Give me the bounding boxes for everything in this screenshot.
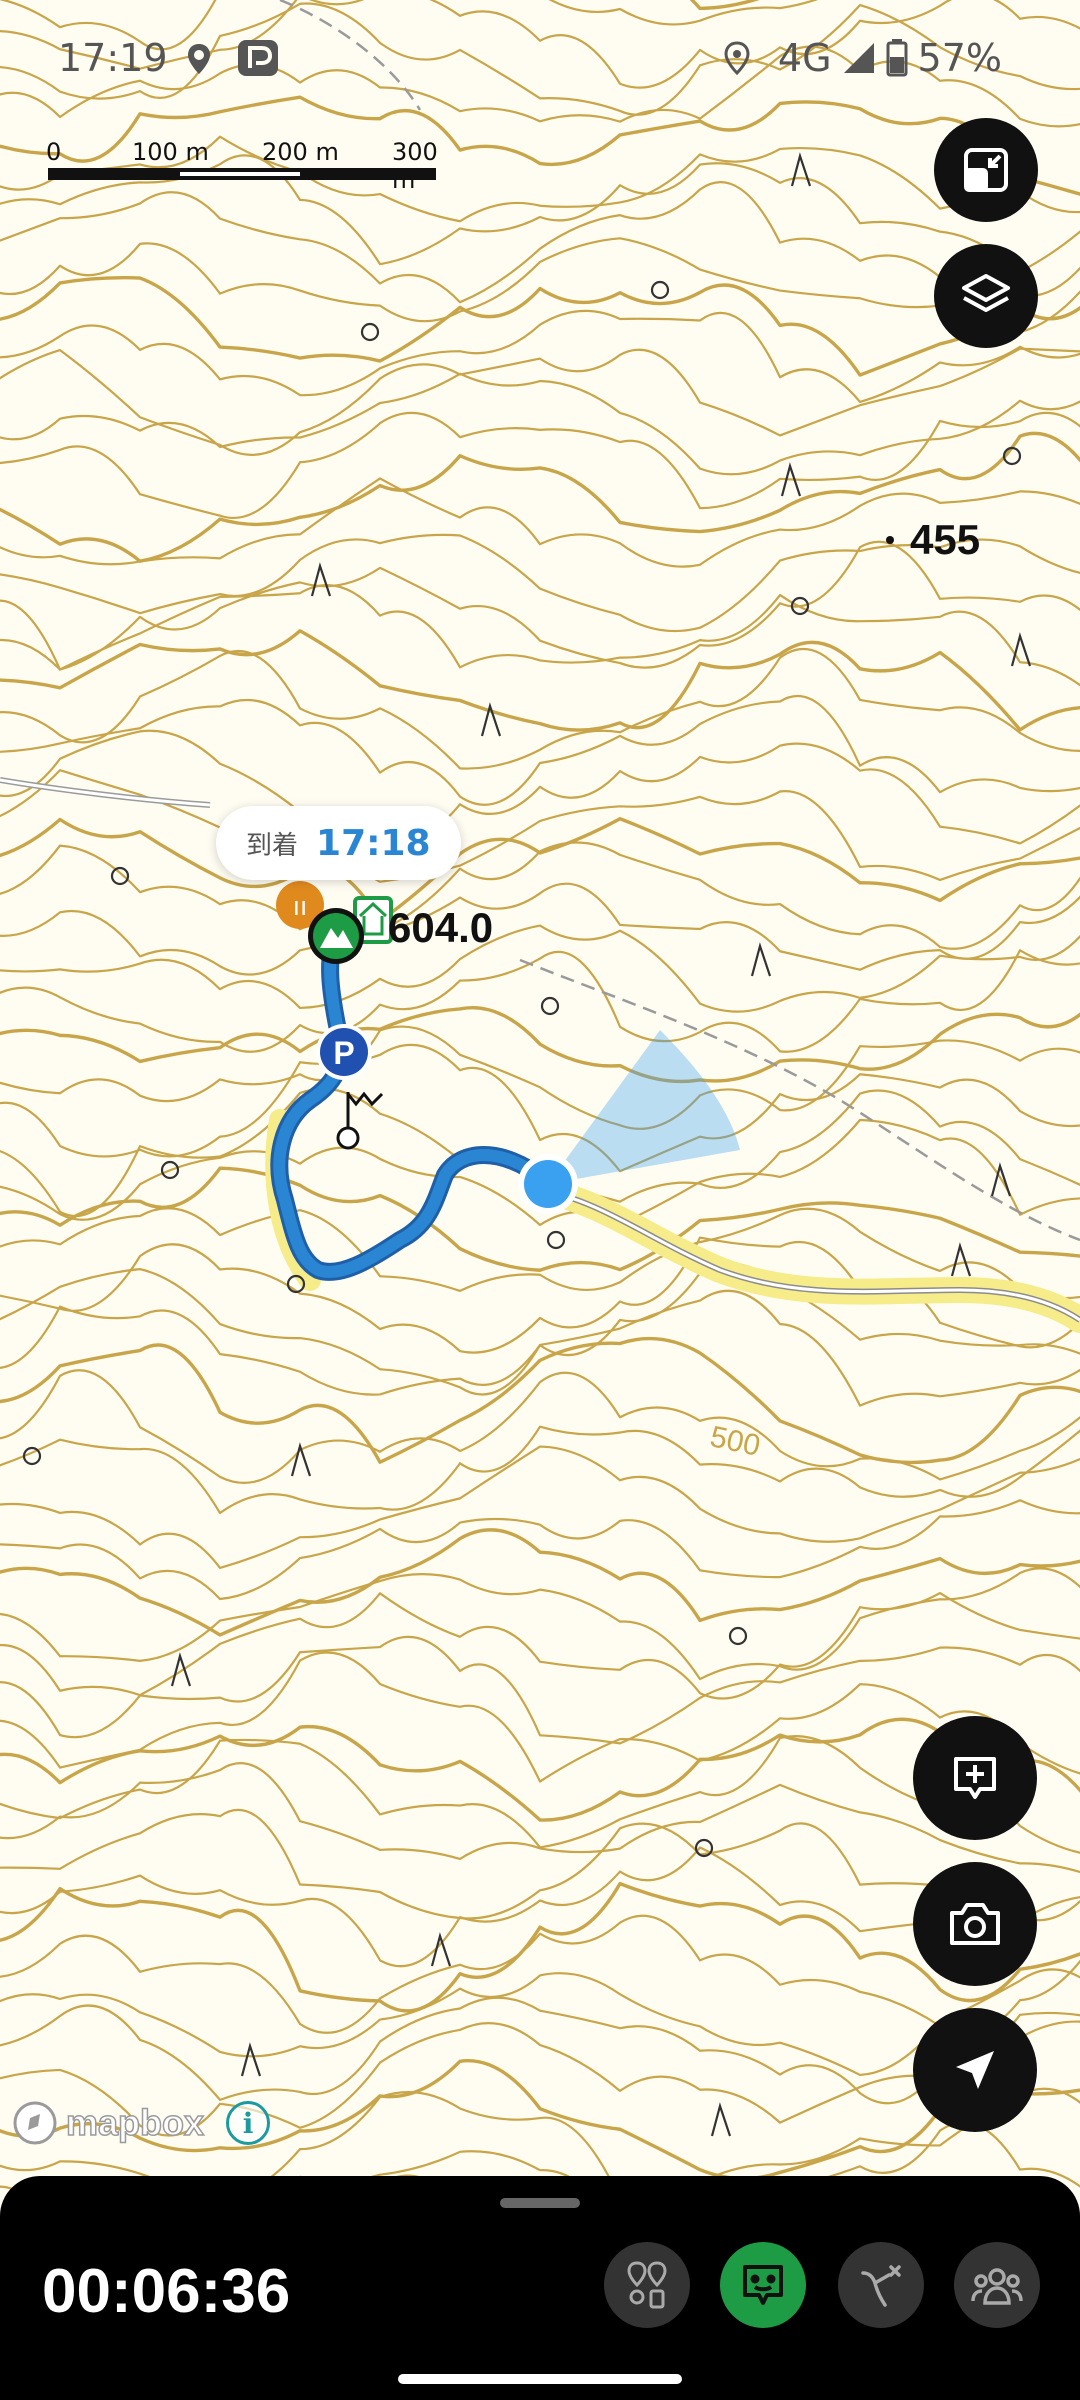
app-notification-icon bbox=[238, 40, 278, 76]
scale-label-300: 300 m bbox=[392, 138, 438, 194]
status-time: 17:19 bbox=[58, 36, 168, 80]
group-button[interactable] bbox=[954, 2242, 1040, 2328]
navigation-button[interactable] bbox=[913, 2008, 1037, 2132]
mapbox-wordmark: mapbox bbox=[65, 2101, 205, 2144]
location-pin-icon bbox=[188, 44, 210, 74]
status-right: 4G 57% bbox=[724, 36, 1002, 80]
scale-label-0: 0 bbox=[46, 138, 62, 166]
info-icon[interactable]: i bbox=[226, 2101, 271, 2145]
battery-percent: 57% bbox=[917, 36, 1002, 80]
scale-line-segment bbox=[180, 172, 300, 176]
fit-screen-icon bbox=[964, 148, 1008, 192]
community-chat-button[interactable] bbox=[720, 2242, 806, 2328]
add-memo-icon bbox=[954, 1757, 996, 1799]
scale-label-200: 200 m bbox=[262, 138, 339, 166]
battery-icon bbox=[886, 39, 908, 77]
home-indicator[interactable] bbox=[398, 2374, 682, 2384]
mapbox-logo-icon bbox=[13, 2101, 57, 2145]
scale-bar: 0 100 m 200 m 300 m bbox=[46, 138, 446, 194]
checkpoints-button[interactable] bbox=[604, 2242, 690, 2328]
summit-elevation-label: 604.0 bbox=[388, 904, 494, 951]
svg-text:P: P bbox=[333, 1035, 354, 1071]
spot-elevation-dot bbox=[886, 536, 894, 544]
map-canvas[interactable]: ıı P bbox=[0, 0, 1080, 2400]
checkpoints-icon bbox=[627, 2261, 667, 2309]
layers-button[interactable] bbox=[934, 244, 1038, 348]
add-memo-button[interactable] bbox=[913, 1716, 1037, 1840]
scale-label-100: 100 m bbox=[132, 138, 209, 166]
camera-button[interactable] bbox=[913, 1862, 1037, 1986]
elapsed-timer: 00:06:36 bbox=[42, 2257, 291, 2326]
spot-elevation-value: 455 bbox=[910, 516, 981, 563]
status-bar: 17:19 4G 57% bbox=[0, 0, 1080, 120]
group-icon bbox=[971, 2268, 1023, 2305]
arrival-time: 17:18 bbox=[316, 822, 431, 864]
bottom-panel: 00:06:36 bbox=[0, 2176, 1080, 2400]
mapbox-attribution[interactable]: mapbox i bbox=[12, 2100, 271, 2146]
parking-icon: P bbox=[316, 1024, 372, 1080]
camera-icon bbox=[950, 1903, 1000, 1945]
layers-icon bbox=[962, 274, 1010, 312]
signal-icon bbox=[843, 43, 874, 73]
panel-drag-handle[interactable] bbox=[500, 2198, 580, 2208]
spot-elevation-label: 455 bbox=[886, 516, 980, 564]
location-icon bbox=[724, 41, 750, 75]
arrival-label: 到着 bbox=[246, 830, 299, 861]
summit-icon bbox=[308, 908, 364, 964]
arrival-time-pill[interactable]: 到着 17:18 bbox=[216, 806, 461, 880]
navigation-arrow-icon bbox=[956, 2051, 994, 2089]
svg-text:ıı: ıı bbox=[293, 892, 307, 922]
route-split-icon bbox=[861, 2265, 901, 2307]
fit-screen-button[interactable] bbox=[934, 118, 1038, 222]
route-split-button[interactable] bbox=[838, 2242, 924, 2328]
community-chat-icon bbox=[743, 2265, 783, 2305]
network-type: 4G bbox=[777, 36, 832, 80]
